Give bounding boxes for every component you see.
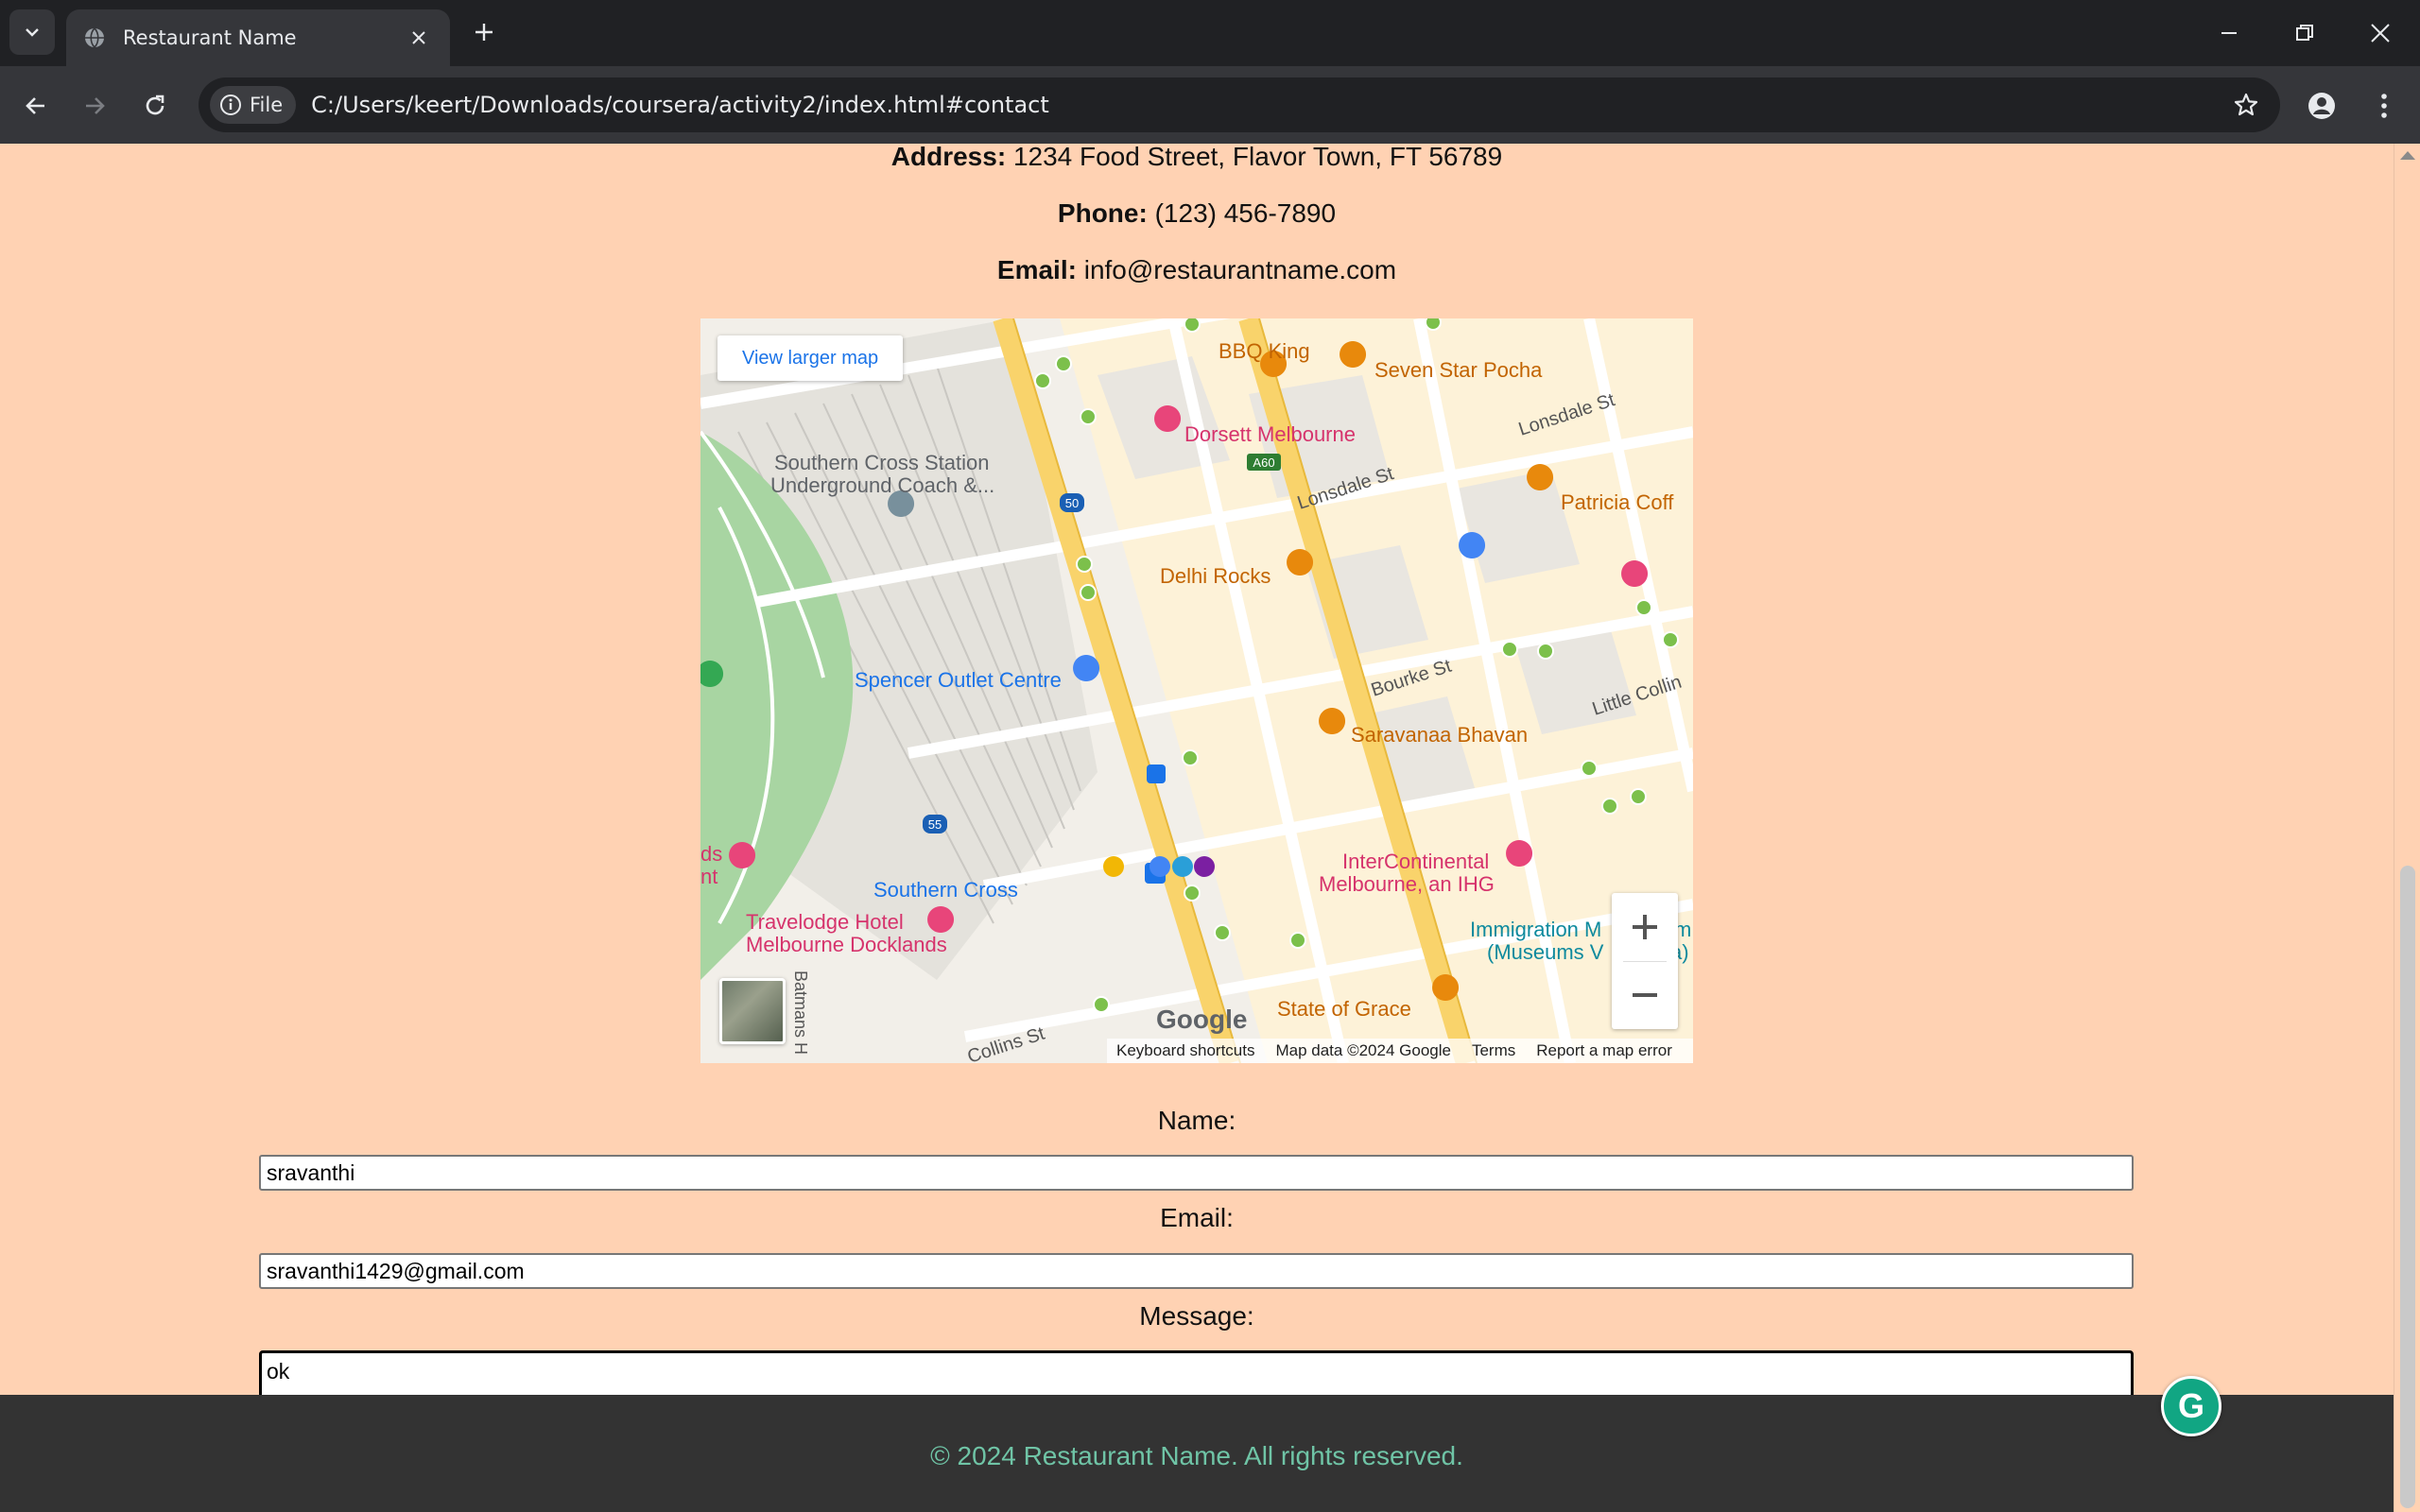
map-label-ds-2: nt	[700, 865, 717, 888]
browser-title-bar: Restaurant Name	[0, 0, 2420, 66]
close-icon	[412, 31, 425, 44]
bookmark-button[interactable]	[2225, 84, 2267, 126]
plus-icon	[1633, 915, 1657, 939]
address-label: Address:	[890, 144, 1007, 171]
arrow-right-icon	[86, 97, 105, 114]
map-label-r55: 55	[928, 817, 942, 832]
close-window-button[interactable]	[2352, 9, 2409, 57]
terms-link[interactable]: Terms	[1472, 1041, 1515, 1060]
minimize-button[interactable]	[2201, 9, 2257, 57]
map-label-patricia: Patricia Coff	[1561, 490, 1674, 514]
message-field[interactable]: ok	[259, 1350, 2134, 1395]
site-info-label: File	[250, 94, 284, 116]
map-label-dorsett: Dorsett Melbourne	[1184, 422, 1356, 446]
grammarly-icon[interactable]: G	[2161, 1376, 2221, 1436]
footer-copyright: © 2024 Restaurant Name. All rights reser…	[930, 1441, 1463, 1470]
phone-label: Phone:	[1057, 198, 1148, 228]
info-icon	[220, 94, 241, 115]
map-label-seven-star: Seven Star Pocha	[1374, 358, 1543, 382]
menu-button[interactable]	[2363, 85, 2405, 127]
message-label: Message:	[1139, 1301, 1254, 1331]
arrow-left-icon	[26, 97, 44, 114]
zoom-out-button[interactable]	[1612, 961, 1678, 1029]
address-value: 1234 Food Street, Flavor Town, FT 56789	[1012, 144, 1503, 171]
map-attribution-bar: Keyboard shortcuts Map data ©2024 Google…	[1107, 1039, 1693, 1063]
browser-tab[interactable]: Restaurant Name	[66, 9, 450, 66]
site-footer: © 2024 Restaurant Name. All rights reser…	[0, 1395, 2394, 1512]
map-label-intercontinental-2: Melbourne, an IHG	[1319, 872, 1495, 896]
map-label-southern-cross-station-2: Underground Coach &...	[770, 473, 994, 497]
view-larger-map-link[interactable]: View larger map	[717, 335, 904, 381]
restore-button[interactable]	[2276, 9, 2333, 57]
email-value: info@restaurantname.com	[1083, 255, 1397, 284]
tab-search-button[interactable]	[9, 9, 55, 55]
plus-icon	[475, 24, 493, 41]
map-label-a60: A60	[1253, 455, 1274, 470]
forward-button[interactable]	[74, 85, 115, 127]
email-label: Email:	[1160, 1203, 1234, 1232]
map-zoom-controls	[1612, 893, 1678, 1029]
phone-value: (123) 456-7890	[1154, 198, 1337, 228]
scroll-up-arrow-icon[interactable]	[2400, 151, 2415, 160]
zoom-in-button[interactable]	[1612, 893, 1678, 961]
map-label-travelodge-2: Melbourne Docklands	[746, 933, 947, 956]
map-canvas[interactable]: A60 50 55 BBQ King Seven Star Pocha Lons…	[700, 318, 1693, 1063]
reload-icon	[146, 94, 164, 115]
profile-icon	[2308, 93, 2335, 119]
page-scrollbar[interactable]	[2394, 144, 2420, 1512]
map-label-bbq-king: BBQ King	[1219, 339, 1310, 363]
map-label-batmans: Batmans H	[791, 971, 810, 1055]
map-label-ds-1: ds	[700, 842, 722, 866]
reload-button[interactable]	[134, 85, 176, 127]
more-vertical-icon	[2381, 94, 2387, 118]
address-line: Address: 1234 Food Street, Flavor Town, …	[0, 144, 2394, 172]
back-button[interactable]	[15, 85, 57, 127]
map-label-spencer: Spencer Outlet Centre	[855, 668, 1062, 692]
star-icon	[2234, 93, 2258, 116]
site-info-button[interactable]: File	[210, 86, 297, 124]
close-icon	[2371, 24, 2390, 43]
map-label-delhi-rocks: Delhi Rocks	[1160, 564, 1270, 588]
map-label-r50: 50	[1065, 496, 1079, 510]
map-label-saravanaa: Saravanaa Bhavan	[1351, 723, 1528, 747]
map-label-immigration-1: Immigration M	[1470, 918, 1601, 941]
globe-icon	[85, 27, 104, 48]
chevron-down-icon	[26, 28, 39, 37]
email-field[interactable]: sravanthi1429@gmail.com	[259, 1253, 2134, 1289]
map-label-southern-cross-station-1: Southern Cross Station	[774, 451, 989, 474]
satellite-toggle[interactable]	[719, 978, 786, 1044]
name-field[interactable]: sravanthi	[259, 1155, 2134, 1191]
restore-icon	[2296, 25, 2313, 41]
tab-close-button[interactable]	[405, 24, 433, 52]
url-text[interactable]: C:/Users/keert/Downloads/coursera/activi…	[311, 92, 2225, 118]
email-label: Email:	[996, 255, 1077, 284]
map-label-intercontinental-1: InterContinental	[1342, 850, 1489, 873]
map-data-text: Map data ©2024 Google	[1275, 1041, 1451, 1059]
scroll-thumb[interactable]	[2400, 866, 2415, 1508]
new-tab-button[interactable]	[467, 15, 501, 49]
zoom-divider	[1623, 961, 1667, 962]
email-line: Email: info@restaurantname.com	[0, 255, 2394, 285]
minimize-icon	[2221, 32, 2237, 34]
page-content: Address: 1234 Food Street, Flavor Town, …	[0, 144, 2394, 1395]
google-logo: Google	[1156, 1005, 1248, 1034]
map-label-southern-cross: Southern Cross	[873, 878, 1018, 902]
google-map-embed[interactable]: A60 50 55 BBQ King Seven Star Pocha Lons…	[700, 318, 1693, 1063]
keyboard-shortcuts-link[interactable]: Keyboard shortcuts	[1116, 1041, 1254, 1060]
map-label-travelodge-1: Travelodge Hotel	[746, 910, 904, 934]
map-label-state-of-grace: State of Grace	[1277, 997, 1411, 1021]
address-bar[interactable]: File C:/Users/keert/Downloads/coursera/a…	[199, 77, 2280, 132]
map-label-immigration-2: (Museums V	[1487, 940, 1604, 964]
phone-line: Phone: (123) 456-7890	[0, 198, 2394, 229]
report-map-error-link[interactable]: Report a map error	[1536, 1041, 1672, 1060]
minus-icon	[1633, 993, 1657, 997]
name-label: Name:	[1157, 1106, 1236, 1135]
tab-title: Restaurant Name	[123, 26, 297, 49]
profile-button[interactable]	[2301, 85, 2342, 127]
